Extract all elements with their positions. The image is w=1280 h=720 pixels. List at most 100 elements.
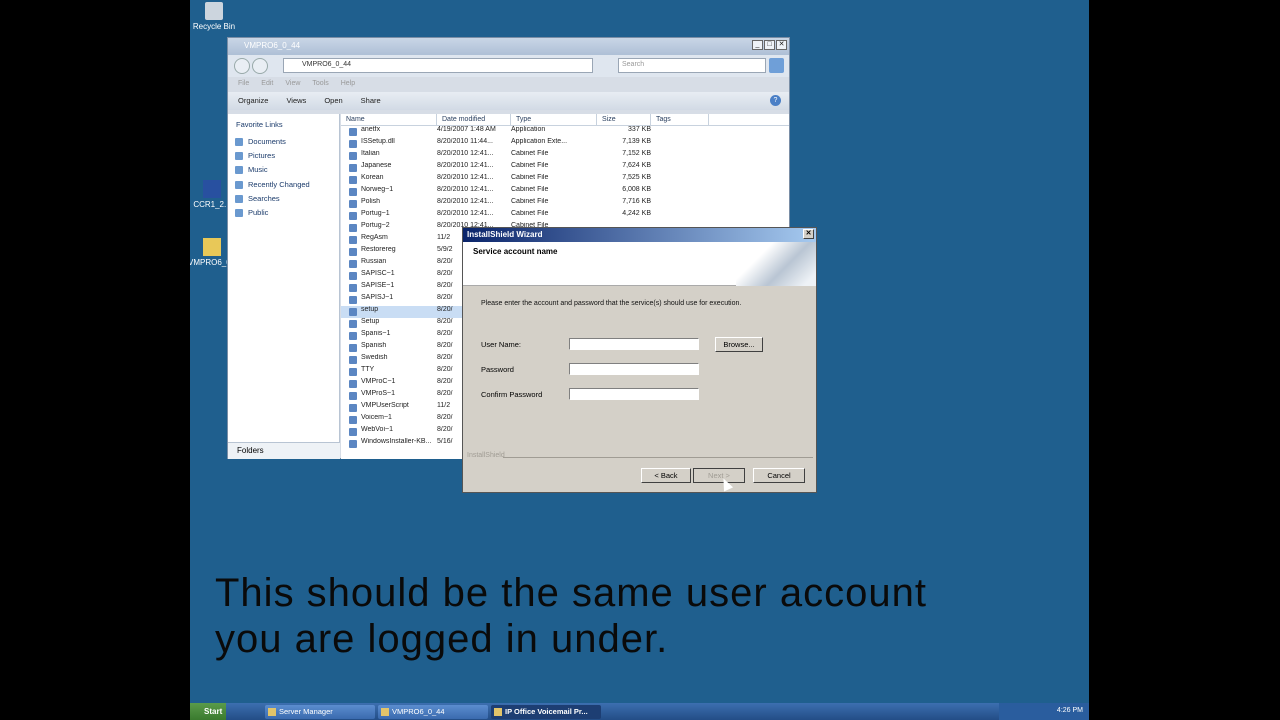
file-size: 7,152 KB (622, 150, 651, 157)
file-name: Restorereg (341, 246, 437, 258)
file-date: 8/20/2010 12:41... (437, 150, 494, 157)
folder-icon (203, 238, 221, 256)
file-name: Norweg~1 (341, 186, 437, 198)
user-name-input[interactable] (569, 338, 699, 350)
explorer-titlebar[interactable]: VMPRO6_0_44 _ □ ✕ (228, 38, 789, 55)
window-title: VMPRO6_0_44 (244, 41, 301, 50)
file-type: Cabinet File (511, 174, 549, 181)
organize-button[interactable]: Organize (238, 96, 268, 106)
dialog-header: Service account name (463, 242, 816, 286)
file-name: Russian (341, 258, 437, 270)
file-name: RegAsm (341, 234, 437, 246)
file-name: Italian (341, 150, 437, 162)
file-name: Swedish (341, 354, 437, 366)
back-arrow-icon[interactable] (234, 58, 250, 74)
file-name: setup (341, 306, 437, 318)
menu-help[interactable]: Help (341, 80, 355, 89)
column-tags[interactable]: Tags (651, 114, 709, 125)
file-type: Cabinet File (511, 186, 549, 193)
user-name-label: User Name: (481, 340, 522, 349)
open-button[interactable]: Open (324, 96, 342, 106)
file-size: 7,139 KB (622, 138, 651, 145)
file-row[interactable]: Italian 8/20/2010 12:41... Cabinet File 7,1… (341, 150, 789, 162)
menu-edit[interactable]: Edit (261, 80, 273, 89)
forward-arrow-icon[interactable] (252, 58, 268, 74)
nav-item-searches[interactable]: Searches (228, 192, 339, 206)
file-name: Japanese (341, 162, 437, 174)
address-bar[interactable]: VMPRO6_0_44 (283, 58, 593, 73)
menu-view[interactable]: View (285, 80, 300, 89)
dialog-close-button[interactable]: ✕ (803, 229, 814, 239)
search-input[interactable]: Search (618, 58, 766, 73)
clock[interactable]: 4:26 PM (1057, 707, 1083, 714)
desktop: Recycle Bin CCR1_2... VMPRO6_0... VMPRO6… (190, 0, 1089, 720)
nav-item-public[interactable]: Public (228, 206, 339, 220)
minimize-button[interactable]: _ (752, 40, 763, 50)
file-row[interactable]: Polish 8/20/2010 12:41... Cabinet File 7,71… (341, 198, 789, 210)
file-name: Portug~1 (341, 210, 437, 222)
file-name: SAPISE~1 (341, 282, 437, 294)
file-date: 8/20/2010 12:41... (437, 186, 494, 193)
address-text: VMPRO6_0_44 (302, 61, 352, 68)
file-row[interactable]: Portug~1 8/20/2010 12:41... Cabinet File 4,… (341, 210, 789, 222)
file-name: SAPISC~1 (341, 270, 437, 282)
dialog-titlebar[interactable]: InstallShield Wizard ✕ (463, 228, 816, 242)
nav-item-music[interactable]: Music (228, 163, 339, 177)
file-size: 7,624 KB (622, 162, 651, 169)
navigation-pane: Favorite Links Documents Pictures Music … (228, 114, 340, 459)
favorite-links-header: Favorite Links (236, 120, 283, 129)
file-row[interactable]: ISSetup.dll 8/20/2010 11:44... Application… (341, 138, 789, 150)
file-name: Spanis~1 (341, 330, 437, 342)
file-date: 8/20/2010 11:44... (437, 138, 493, 145)
dialog-instruction: Please enter the account and password th… (481, 300, 742, 307)
views-button[interactable]: Views (286, 96, 306, 106)
search-icon[interactable] (769, 58, 784, 73)
password-label: Password (481, 365, 514, 374)
file-name: Portug~2 (341, 222, 437, 234)
confirm-password-input[interactable] (569, 388, 699, 400)
file-row[interactable]: Norweg~1 8/20/2010 12:41... Cabinet File 6,… (341, 186, 789, 198)
installshield-dialog: InstallShield Wizard ✕ Service account n… (462, 227, 817, 493)
column-size[interactable]: Size (597, 114, 651, 125)
file-name: VMProC~1 (341, 378, 437, 390)
file-row[interactable]: anetfx 4/19/2007 1:48 AM Application 337 KB (341, 126, 789, 138)
maximize-button[interactable]: □ (764, 40, 775, 50)
desktop-icon-label: Recycle Bin (192, 22, 236, 31)
file-size: 7,525 KB (622, 174, 651, 181)
file-type: Cabinet File (511, 198, 549, 205)
file-row[interactable]: Korean 8/20/2010 12:41... Cabinet File 7,52… (341, 174, 789, 186)
back-button[interactable]: < Back (641, 468, 691, 483)
file-name: ISSetup.dll (341, 138, 437, 150)
column-type[interactable]: Type (511, 114, 597, 125)
caption-line-2: you are logged in under. (215, 617, 669, 661)
password-input[interactable] (569, 363, 699, 375)
close-button[interactable]: ✕ (776, 40, 787, 50)
file-size: 4,242 KB (622, 210, 651, 217)
share-button[interactable]: Share (361, 96, 381, 106)
taskbar-item-server-manager[interactable]: Server Manager (265, 704, 375, 719)
taskbar: Start Server Manager VMPRO6_0_44 IP Offi… (190, 703, 1089, 720)
file-name: anetfx (341, 126, 437, 138)
browse-button[interactable]: Browse... (715, 337, 763, 352)
menu-tools[interactable]: Tools (312, 80, 328, 89)
system-tray: 4:26 PM (999, 703, 1089, 720)
installshield-logo-graphic (736, 242, 816, 286)
taskbar-item-voicemail[interactable]: IP Office Voicemail Pr... (491, 704, 601, 719)
file-name: SAPISJ~1 (341, 294, 437, 306)
caption-line-1: This should be the same user account (215, 571, 927, 615)
taskbar-item-explorer[interactable]: VMPRO6_0_44 (378, 704, 488, 719)
recycle-bin-icon[interactable]: Recycle Bin (190, 2, 238, 31)
trash-icon (205, 2, 223, 20)
nav-item-pictures[interactable]: Pictures (228, 149, 339, 163)
nav-item-recently-changed[interactable]: Recently Changed (228, 178, 339, 192)
menu-file[interactable]: File (238, 80, 249, 89)
cancel-button[interactable]: Cancel (753, 468, 805, 483)
help-icon[interactable]: ? (770, 95, 781, 106)
column-name[interactable]: Name (341, 114, 437, 125)
file-row[interactable]: Japanese 8/20/2010 12:41... Cabinet File 7,… (341, 162, 789, 174)
column-date[interactable]: Date modified (437, 114, 511, 125)
app-icon (203, 180, 221, 198)
nav-item-documents[interactable]: Documents (228, 135, 339, 149)
start-button[interactable]: Start (190, 703, 226, 720)
folders-toggle[interactable]: Folders (228, 442, 340, 459)
